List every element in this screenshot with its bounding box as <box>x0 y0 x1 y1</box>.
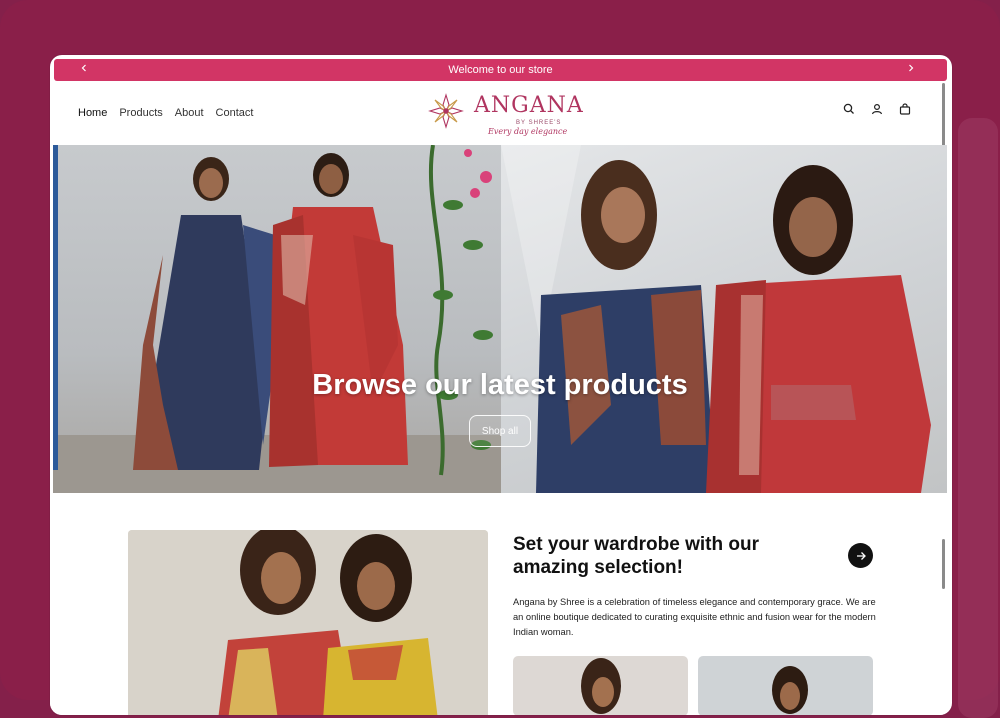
logo-wordmark: ANGANA <box>474 93 584 118</box>
logo-tagline: Every day elegance <box>488 127 568 136</box>
arrow-right-icon[interactable] <box>848 543 873 568</box>
feature-models-illustration <box>128 530 488 715</box>
main-nav: Home Products About Contact <box>78 107 253 119</box>
header-actions <box>841 101 913 117</box>
background-window-edge <box>958 118 998 718</box>
hero-image-right <box>501 145 947 493</box>
scrollbar-thumb[interactable] <box>942 539 945 589</box>
search-icon[interactable] <box>841 101 857 117</box>
shop-all-button[interactable]: Shop all <box>469 415 531 447</box>
account-icon[interactable] <box>869 101 885 117</box>
hero-models-right-illustration <box>501 145 931 493</box>
feature-title: Set your wardrobe with our amazing selec… <box>513 534 759 578</box>
nav-about[interactable]: About <box>175 107 204 119</box>
nav-products[interactable]: Products <box>119 107 162 119</box>
mandala-logo-icon <box>428 93 464 129</box>
hero-models-left-illustration <box>53 145 501 493</box>
announcement-bar: Welcome to our store <box>54 59 947 81</box>
hero-title: Browse our latest products <box>312 369 688 401</box>
cart-icon[interactable] <box>897 101 913 117</box>
announcement-text: Welcome to our store <box>448 64 553 76</box>
hero-left-edge <box>53 145 58 470</box>
site-header: Home Products About Contact ANGANA BY SH… <box>50 81 943 145</box>
nav-home[interactable]: Home <box>78 107 107 119</box>
hero-image-left <box>53 145 501 493</box>
browser-frame: Welcome to our store Home Products About… <box>50 55 952 715</box>
feature-description: Angana by Shree is a celebration of time… <box>513 597 876 637</box>
chevron-left-icon[interactable] <box>76 61 92 77</box>
hero-banner: Browse our latest products Shop all <box>53 145 947 493</box>
site-logo[interactable]: ANGANA BY SHREE'S Every day elegance <box>424 87 584 141</box>
product-thumbnail[interactable] <box>698 656 873 715</box>
nav-contact[interactable]: Contact <box>216 107 254 119</box>
product-thumbnail[interactable] <box>513 656 688 715</box>
feature-image <box>128 530 488 715</box>
chevron-right-icon[interactable] <box>903 61 919 77</box>
logo-subtitle: BY SHREE'S <box>516 120 562 126</box>
feature-section: Set your wardrobe with our amazing selec… <box>50 493 943 715</box>
